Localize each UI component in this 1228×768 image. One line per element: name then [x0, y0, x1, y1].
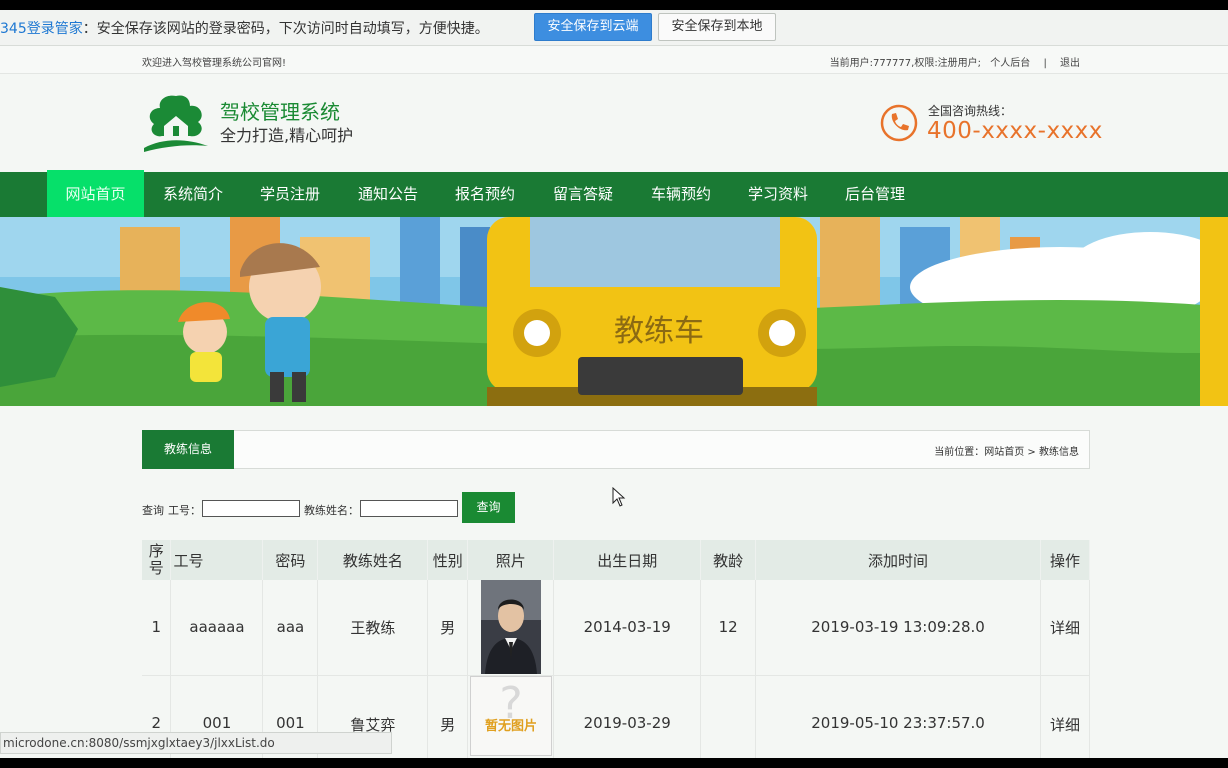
cell-photo	[467, 580, 555, 676]
coach-table: 序号 工号 密码 教练姓名 性别 照片 出生日期 教龄 添加时间 操作 1 aa…	[142, 540, 1091, 758]
password-manager-brand[interactable]: 345登录管家	[0, 21, 83, 37]
save-to-cloud-button[interactable]: 安全保存到云端	[534, 13, 652, 41]
column-header: 教练姓名	[317, 540, 429, 580]
section-tab: 教练信息	[142, 430, 234, 469]
cell-birth: 2014-03-19	[553, 580, 702, 676]
column-header: 序号	[142, 540, 172, 580]
browser-page: 345登录管家：安全保存该网站的登录密码，下次访问时自动填写，方便快捷。 安全保…	[0, 10, 1228, 758]
cell-years	[700, 675, 757, 758]
mouse-cursor-icon	[612, 487, 626, 507]
coach-name-label: 教练姓名：	[304, 504, 359, 517]
main-nav: 网站首页 系统简介 学员注册 通知公告 报名预约 留言答疑 车辆预约 学习资料 …	[0, 170, 1228, 219]
breadcrumb: 当前位置：网站首页 > 教练信息	[934, 447, 1079, 458]
phone-icon	[880, 104, 918, 142]
house-tree-logo-icon[interactable]	[142, 92, 210, 154]
nav-item-vehicle[interactable]: 车辆预约	[651, 172, 711, 217]
id-label: 工号：	[168, 504, 201, 517]
password-manager-text: ：安全保存该网站的登录密码，下次访问时自动填写，方便快捷。	[82, 21, 489, 37]
column-header: 添加时间	[755, 540, 1041, 580]
cell-no: 1	[142, 580, 172, 676]
cell-id: aaaaaa	[170, 580, 264, 676]
password-manager-bar: 345登录管家：安全保存该网站的登录密码，下次访问时自动填写，方便快捷。 安全保…	[0, 10, 1228, 46]
cell-added: 2019-03-19 13:09:28.0	[755, 580, 1041, 676]
column-header: 性别	[427, 540, 469, 580]
no-image-text: 暂无图片	[485, 718, 537, 734]
site-title: 驾校管理系统	[220, 100, 340, 124]
site-header: 驾校管理系统 全力打造,精心呵护 全国咨询热线： 400-xxxx-xxxx	[0, 74, 1228, 172]
cell-photo: ? 暂无图片	[467, 675, 555, 758]
table-row: 1 aaaaaa aaa 王教练 男 2014-03-19 12 2019-03…	[142, 580, 1091, 676]
cell-birth: 2019-03-29	[553, 675, 702, 758]
coach-name-search-input[interactable]	[360, 500, 458, 517]
search-button[interactable]: 查询	[462, 492, 515, 523]
column-header: 密码	[262, 540, 319, 580]
welcome-text: 欢迎进入驾校管理系统公司官网!	[142, 58, 287, 69]
section-header: 教练信息 当前位置：网站首页 > 教练信息	[142, 430, 1090, 469]
nav-item-materials[interactable]: 学习资料	[748, 172, 808, 217]
user-info: 当前用户:777777,权限:注册用户; 个人后台 | 退出	[830, 54, 1080, 69]
column-header: 出生日期	[553, 540, 702, 580]
nav-item-home[interactable]: 网站首页	[47, 170, 144, 219]
browser-status-bar: microdone.cn:8080/ssmjxglxtaey3/jlxxList…	[0, 732, 392, 754]
column-header: 工号	[170, 540, 264, 580]
separator: |	[1043, 58, 1047, 69]
nav-item-enroll[interactable]: 报名预约	[455, 172, 515, 217]
table-header-row: 序号 工号 密码 教练姓名 性别 照片 出生日期 教龄 添加时间 操作	[142, 540, 1091, 580]
logout-link[interactable]: 退出	[1060, 58, 1080, 69]
nav-item-about[interactable]: 系统简介	[163, 172, 223, 217]
detail-link[interactable]: 详细	[1040, 675, 1091, 758]
column-header: 教龄	[700, 540, 757, 580]
bus-label: 教练车	[614, 314, 704, 349]
current-user-text: 当前用户:777777,权限:注册用户;	[829, 58, 982, 69]
cell-password: aaa	[262, 580, 319, 676]
no-image-placeholder[interactable]: ? 暂无图片	[469, 675, 552, 756]
cell-years: 12	[700, 580, 757, 676]
column-header: 照片	[467, 540, 555, 580]
cell-gender: 男	[427, 580, 469, 676]
cell-gender: 男	[427, 675, 469, 758]
password-manager-message: 345登录管家：安全保存该网站的登录密码，下次访问时自动填写，方便快捷。	[0, 18, 489, 38]
nav-item-register[interactable]: 学员注册	[260, 172, 320, 217]
cell-name: 王教练	[317, 580, 429, 676]
personal-backend-link[interactable]: 个人后台	[990, 58, 1030, 69]
nav-item-admin[interactable]: 后台管理	[845, 172, 905, 217]
site-slogan: 全力打造,精心呵护	[220, 126, 354, 145]
top-info-strip: 欢迎进入驾校管理系统公司官网! 当前用户:777777,权限:注册用户; 个人后…	[0, 46, 1228, 74]
coach-photo[interactable]	[480, 580, 541, 675]
hotline-label: 全国咨询热线：	[928, 104, 1013, 118]
id-search-input[interactable]	[202, 500, 300, 517]
banner-image: 教练车	[0, 217, 1228, 406]
hotline-number: 400-xxxx-xxxx	[927, 118, 1103, 144]
query-label: 查询	[142, 504, 164, 517]
nav-item-messages[interactable]: 留言答疑	[553, 172, 613, 217]
save-to-local-button[interactable]: 安全保存到本地	[658, 13, 776, 41]
column-header: 操作	[1040, 540, 1091, 580]
nav-item-notices[interactable]: 通知公告	[358, 172, 418, 217]
detail-link[interactable]: 详细	[1040, 580, 1091, 676]
cell-added: 2019-05-10 23:37:57.0	[755, 675, 1041, 758]
